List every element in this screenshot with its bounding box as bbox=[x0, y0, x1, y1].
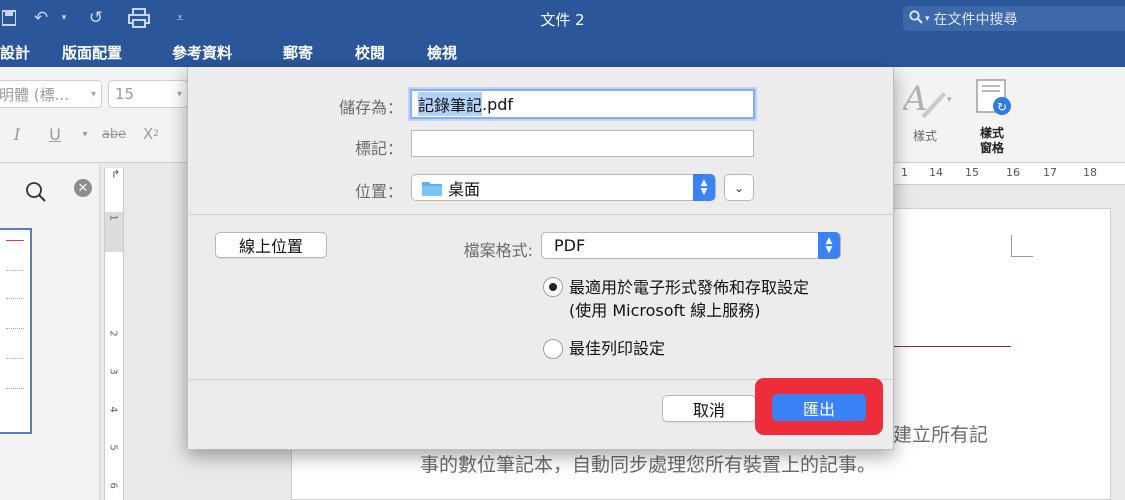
search-icon bbox=[909, 9, 923, 28]
ruler-tick: 2 bbox=[107, 330, 119, 337]
ruler-tick: 3 bbox=[107, 368, 119, 375]
font-name-value: 明體 (標... bbox=[0, 85, 69, 104]
radio-selected-dot bbox=[549, 283, 557, 291]
tab-layout[interactable]: 版面配置 bbox=[62, 42, 122, 63]
ruler-tick: 1 bbox=[901, 166, 908, 179]
file-format-label: 檔案格式: bbox=[463, 241, 533, 260]
location-value: 桌面 bbox=[448, 179, 481, 199]
close-icon[interactable]: ✕ bbox=[74, 179, 92, 197]
tab-review[interactable]: 校閱 bbox=[355, 42, 385, 63]
ruler-mark: 17 bbox=[1043, 166, 1057, 179]
ruler-tick: 1 bbox=[107, 214, 119, 221]
styles-label: 樣式 bbox=[913, 129, 938, 143]
dialog-divider bbox=[187, 214, 894, 215]
filename-input[interactable]: 記錄筆記 .pdf bbox=[410, 89, 755, 119]
expand-dialog-button[interactable]: ⌄ bbox=[724, 174, 754, 201]
font-name-box[interactable]: 明體 (標... ▾ bbox=[0, 80, 102, 108]
location-label: 位置： bbox=[354, 182, 403, 201]
tab-view[interactable]: 檢視 bbox=[427, 42, 457, 63]
search-dropdown-icon: ▾ bbox=[925, 13, 930, 24]
search-placeholder: 在文件中搜尋 bbox=[933, 11, 1018, 28]
radio-electronic[interactable] bbox=[543, 277, 563, 297]
italic-icon[interactable]: I bbox=[6, 122, 28, 146]
tab-mailings[interactable]: 郵寄 bbox=[283, 42, 313, 63]
radio-print-label: 最佳列印設定 bbox=[569, 339, 666, 358]
chevron-updown-icon: ▲ ▼ bbox=[818, 232, 840, 259]
cancel-button[interactable]: 取消 bbox=[662, 395, 756, 422]
ruler-mark: 14 bbox=[929, 166, 943, 179]
chevron-down-icon: ▾ bbox=[176, 88, 182, 100]
ruler-tick: 6 bbox=[107, 482, 119, 489]
search-input[interactable]: ▾ 在文件中搜尋 bbox=[903, 6, 1125, 31]
file-format-select[interactable]: PDF ▲ ▼ bbox=[541, 232, 841, 259]
tags-input[interactable] bbox=[411, 130, 754, 157]
chevron-updown-icon: ▲ ▼ bbox=[693, 174, 715, 201]
ruler-mark: 15 bbox=[965, 166, 979, 179]
margin-corner-mark bbox=[1011, 235, 1033, 257]
document-text[interactable]: 建立所有記 bbox=[893, 420, 988, 447]
location-select[interactable]: 桌面 ▲ ▼ bbox=[411, 174, 716, 201]
horizontal-ruler[interactable]: 1 14 15 16 17 18 bbox=[893, 163, 1125, 185]
ruler-tick: 5 bbox=[107, 444, 119, 451]
file-format-value: PDF bbox=[554, 236, 586, 255]
filename-selected-text: 記錄筆記 bbox=[418, 92, 483, 116]
tab-stop-icon[interactable]: ↱ bbox=[111, 168, 120, 181]
ruler-tick: 4 bbox=[107, 406, 119, 413]
heading-underline bbox=[893, 346, 1011, 347]
styles-pane-icon[interactable]: ↻ bbox=[974, 78, 1014, 120]
radio-electronic-line1: 最適用於電子形式發佈和存取設定 bbox=[569, 278, 810, 297]
subscript-icon[interactable]: X2 bbox=[140, 122, 162, 146]
radio-electronic-line2: (使用 Microsoft 線上服務) bbox=[569, 301, 761, 320]
save-as-label: 儲存為： bbox=[338, 98, 403, 117]
underline-icon[interactable]: U bbox=[44, 122, 66, 146]
svg-text:▾: ▾ bbox=[947, 95, 952, 105]
styles-pane-label-line2: 窗格 bbox=[979, 141, 1004, 155]
chevron-down-icon: ▾ bbox=[90, 88, 96, 100]
document-text[interactable]: 事的數位筆記本，自動同步處理您所有裝置上的記事。 bbox=[420, 450, 876, 477]
underline-dropdown-icon[interactable]: ▾ bbox=[74, 122, 96, 146]
tab-references[interactable]: 參考資料 bbox=[172, 42, 232, 63]
font-size-box[interactable]: 15 ▾ bbox=[108, 80, 188, 108]
radio-print[interactable] bbox=[543, 339, 563, 359]
search-icon[interactable] bbox=[25, 181, 47, 203]
radio-electronic-label: 最適用於電子形式發佈和存取設定 (使用 Microsoft 線上服務) bbox=[569, 276, 809, 322]
online-locations-button[interactable]: 線上位置 bbox=[215, 232, 327, 258]
strikethrough-icon[interactable]: abe bbox=[100, 122, 128, 146]
ruler-mark: 16 bbox=[1006, 166, 1020, 179]
export-button[interactable]: 匯出 bbox=[772, 394, 866, 421]
tags-label: 標記： bbox=[354, 139, 403, 158]
filename-extension: .pdf bbox=[482, 94, 514, 114]
font-size-value: 15 bbox=[115, 85, 135, 103]
page-thumbnail[interactable] bbox=[0, 228, 32, 434]
ribbon-tabs: 設計 版面配置 參考資料 郵寄 校閱 檢視 bbox=[0, 38, 1125, 67]
svg-text:↻: ↻ bbox=[997, 100, 1007, 114]
styles-icon[interactable]: A ▾ bbox=[900, 79, 953, 120]
ruler-mark: 18 bbox=[1083, 166, 1097, 179]
styles-pane-label[interactable]: 樣式 窗格 bbox=[976, 126, 1008, 156]
folder-icon bbox=[422, 180, 442, 196]
chevron-down-icon: ⌄ bbox=[733, 180, 745, 195]
tab-design[interactable]: 設計 bbox=[0, 42, 30, 63]
title-bar: ↶ ▾ ↺ ⩡ 文件 2 ▾ 在文件中搜尋 bbox=[0, 0, 1125, 38]
styles-pane-label-line1: 樣式 bbox=[979, 126, 1004, 140]
vertical-ruler[interactable]: ↱ 1 2 3 4 5 6 bbox=[104, 168, 124, 500]
